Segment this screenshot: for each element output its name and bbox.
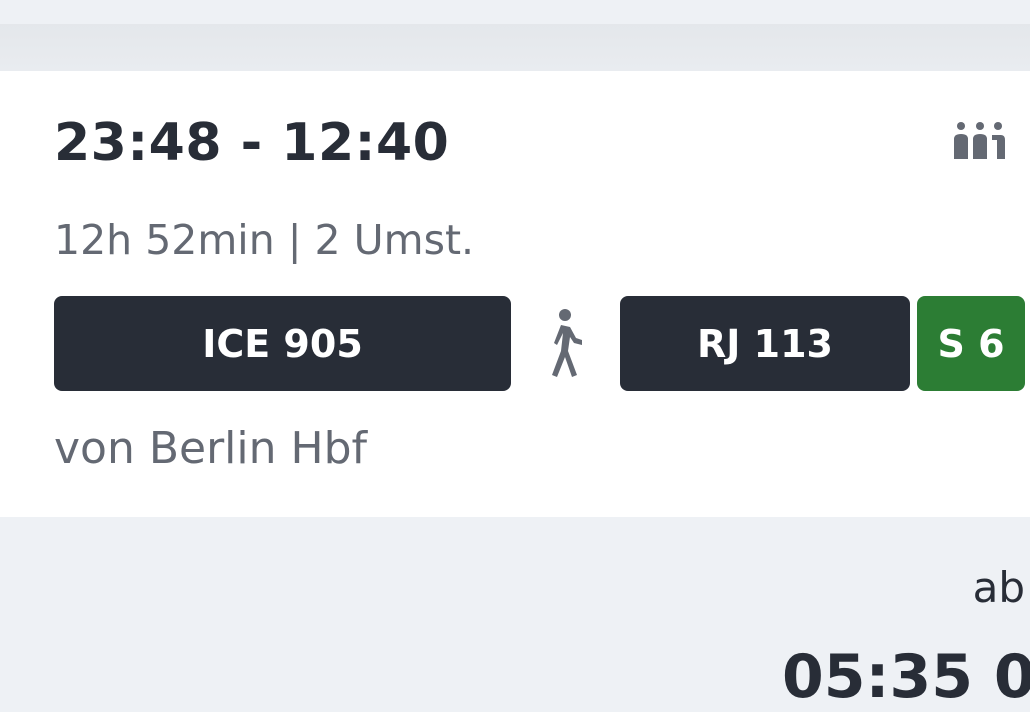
- occupancy-people-icon: [954, 122, 1005, 159]
- connection-card[interactable]: 23:48 - 12:40 12h 52min | 2 Umst. ICE 90…: [0, 71, 1030, 517]
- previous-connection-card[interactable]: [0, 0, 1030, 24]
- segment-label: S 6: [937, 321, 1005, 366]
- duration-transfers: 12h 52min | 2 Umst.: [54, 216, 475, 264]
- card-separator: [0, 24, 1030, 71]
- segment-rj-113[interactable]: RJ 113: [620, 296, 910, 391]
- segment-label: ICE 905: [202, 321, 363, 366]
- next-departure-prefix: ab: [972, 563, 1025, 612]
- origin-station: von Berlin Hbf: [54, 423, 368, 474]
- segment-label: RJ 113: [697, 321, 833, 366]
- next-departure-time: 05:35 0: [782, 642, 1030, 712]
- connection-times: 23:48 - 12:40: [54, 113, 450, 173]
- walking-icon: [552, 309, 582, 377]
- journey-segments: ICE 905 RJ 113 S 6: [0, 296, 1030, 391]
- segment-ice-905[interactable]: ICE 905: [54, 296, 511, 391]
- segment-s-6[interactable]: S 6: [917, 296, 1025, 391]
